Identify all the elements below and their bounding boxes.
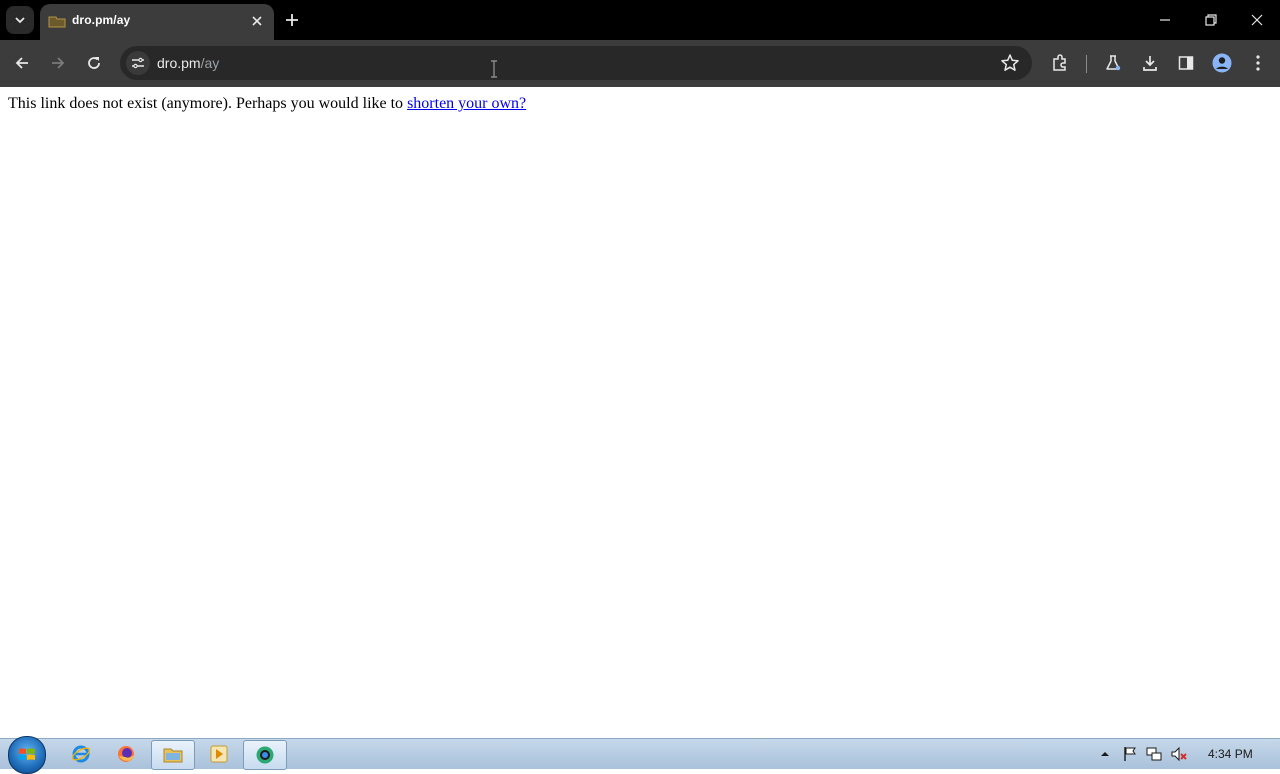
tab-title: dro.pm/ay [72, 13, 131, 27]
taskbar-firefox[interactable] [105, 740, 147, 768]
start-button[interactable] [8, 736, 46, 774]
tune-icon [132, 57, 144, 69]
puzzle-icon [1053, 54, 1066, 71]
taskbar-clock[interactable]: 4:34 PM [1208, 747, 1253, 761]
labs-button[interactable] [1100, 50, 1126, 76]
more-vertical-icon [1256, 55, 1260, 71]
close-icon [1251, 14, 1263, 26]
reload-icon [88, 57, 100, 69]
show-hidden-icons-icon[interactable] [1099, 746, 1111, 762]
minimize-button[interactable] [1151, 6, 1179, 34]
chevron-down-icon [15, 17, 25, 24]
tab-search-button[interactable] [6, 6, 34, 34]
site-favicon-icon [48, 16, 66, 28]
restore-icon [1205, 14, 1217, 26]
taskbar-chrome[interactable] [243, 740, 287, 770]
chrome-icon [256, 746, 274, 764]
minimize-icon [1160, 19, 1170, 21]
folder-icon [163, 748, 183, 763]
back-button[interactable] [9, 50, 35, 76]
network-icon[interactable] [1146, 746, 1162, 762]
avatar-icon [1212, 53, 1232, 73]
browser-toolbar: dro.pm/ay [0, 40, 1280, 87]
not-found-message: This link does not exist (anymore). Perh… [8, 95, 408, 112]
reload-button[interactable] [81, 50, 107, 76]
taskbar-internet-explorer[interactable] [60, 740, 102, 768]
plus-icon [286, 14, 298, 26]
page-body: This link does not exist (anymore). Perh… [8, 95, 1268, 113]
shorten-link[interactable]: shorten your own? [407, 95, 526, 112]
extensions-button[interactable] [1047, 50, 1073, 76]
new-tab-button[interactable] [280, 8, 304, 32]
site-info-button[interactable] [126, 51, 150, 75]
windows-taskbar: 4:34 PM [0, 736, 1280, 774]
downloads-button[interactable] [1137, 50, 1163, 76]
side-panel-icon [1178, 56, 1194, 70]
flask-icon [1106, 55, 1121, 71]
browser-tab-strip: dro.pm/ay [0, 0, 1280, 40]
firefox-icon [118, 746, 134, 762]
url-host: dro.pm [157, 55, 201, 71]
address-bar[interactable]: dro.pm/ay [120, 46, 1032, 80]
url-text: dro.pm/ay [157, 55, 219, 71]
toolbar-separator [1086, 55, 1087, 73]
menu-button[interactable] [1245, 50, 1271, 76]
action-center-flag-icon[interactable] [1122, 746, 1138, 762]
taskbar-media-player[interactable] [198, 740, 240, 768]
url-path: /ay [200, 55, 220, 71]
tab-close-button[interactable] [248, 12, 266, 30]
side-panel-button[interactable] [1173, 50, 1199, 76]
media-player-icon [210, 745, 228, 763]
forward-button[interactable] [45, 50, 71, 76]
taskbar-file-explorer[interactable] [151, 740, 195, 770]
arrow-left-icon [15, 57, 28, 69]
internet-explorer-icon [71, 745, 91, 763]
windows-logo-icon [19, 748, 35, 760]
close-icon [252, 16, 262, 26]
window-close-button[interactable] [1243, 6, 1271, 34]
arrow-right-icon [52, 57, 65, 69]
profile-button[interactable] [1209, 50, 1235, 76]
active-tab[interactable]: dro.pm/ay [40, 4, 274, 40]
bookmark-star-icon[interactable] [1000, 53, 1020, 73]
text-cursor-icon [491, 60, 497, 78]
restore-button[interactable] [1197, 6, 1225, 34]
download-icon [1143, 56, 1157, 71]
volume-muted-icon[interactable] [1171, 746, 1187, 762]
